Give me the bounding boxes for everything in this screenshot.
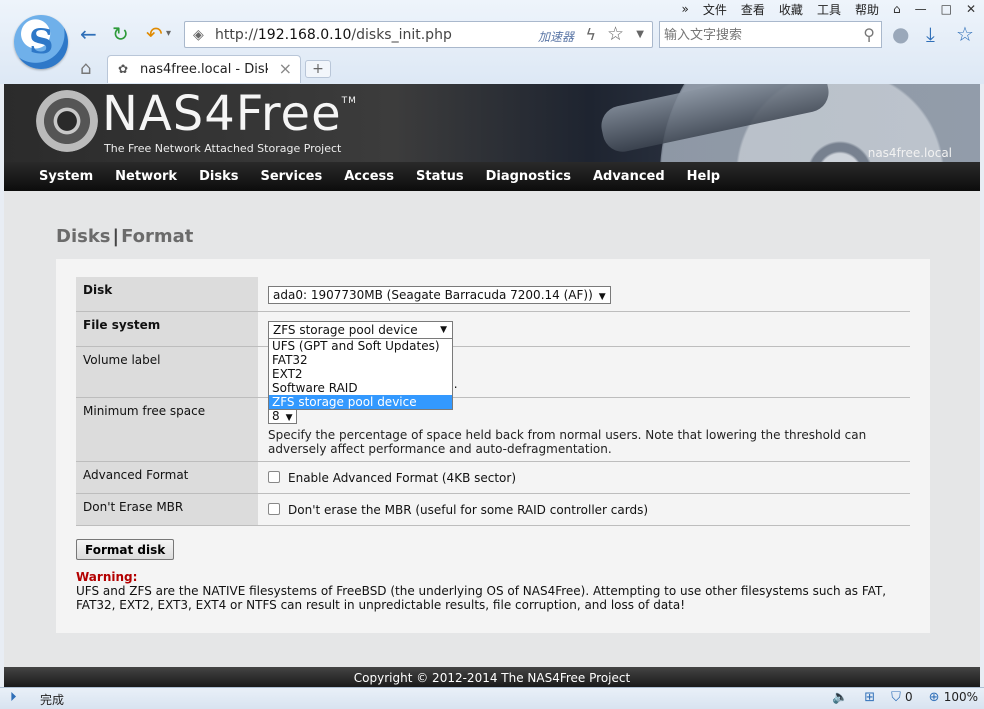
page-favicon-icon: ✿	[118, 62, 129, 76]
page-title: Disks | Format	[56, 226, 194, 247]
nav-diagnostics[interactable]: Diagnostics	[475, 162, 582, 191]
browser-menubar: » 文件 查看 收藏 工具 帮助 ⌂ — □ ✕	[682, 0, 976, 18]
fs-option-zfs[interactable]: ZFS storage pool device	[269, 395, 452, 409]
nav-advanced[interactable]: Advanced	[582, 162, 676, 191]
page-footer: Copyright © 2012-2014 The NAS4Free Proje…	[4, 667, 980, 687]
disk-select[interactable]: ada0: 1907730MB (Seagate Barracuda 7200.…	[268, 286, 611, 304]
advanced-format-checkbox[interactable]	[268, 471, 280, 483]
browser-toolbar: S » 文件 查看 收藏 工具 帮助 ⌂ — □ ✕ ← ↻ ↶ ▾ ◈ htt…	[0, 0, 984, 84]
fs-option-ufs[interactable]: UFS (GPT and Soft Updates)	[269, 339, 452, 353]
dont-erase-mbr-label: Don't Erase MBR	[76, 494, 259, 525]
min-free-space-label: Minimum free space	[76, 398, 259, 461]
back-arrow-icon[interactable]: ←	[80, 22, 97, 46]
menu-favorites[interactable]: 收藏	[779, 1, 803, 18]
dont-erase-mbr-row: Don't Erase MBR Don't erase the MBR (use…	[76, 494, 910, 526]
menu-expand-icon[interactable]: »	[682, 2, 689, 16]
dont-erase-mbr-checkbox-label[interactable]: Don't erase the MBR (useful for some RAI…	[288, 503, 648, 517]
nav-disks[interactable]: Disks	[188, 162, 249, 191]
menu-tools[interactable]: 工具	[817, 1, 841, 18]
address-bar[interactable]: ◈ http://192.168.0.10/disks_init.php 加速器…	[184, 21, 653, 48]
format-disk-button[interactable]: Format disk	[76, 539, 175, 560]
web-page: NAS4FreeTM The Free Network Attached Sto…	[4, 84, 980, 687]
menu-file[interactable]: 文件	[703, 1, 727, 18]
tab-strip: ⌂ ✿ nas4free.local - Disks|F × +	[0, 54, 984, 84]
undo-dropdown-icon[interactable]: ▾	[166, 22, 171, 46]
fs-option-software-raid[interactable]: Software RAID	[269, 381, 452, 395]
browser-status-bar: ⏵ 完成 🔈 ⊞ ⛉ 0 ⊕ 100%	[0, 687, 984, 709]
nav-services[interactable]: Services	[249, 162, 333, 191]
nav-network[interactable]: Network	[104, 162, 188, 191]
main-nav: System Network Disks Services Access Sta…	[4, 162, 980, 191]
close-tab-icon[interactable]: ×	[279, 59, 292, 78]
extension-icon[interactable]: ⊞	[864, 690, 875, 705]
min-free-space-hint: Specify the percentage of space held bac…	[268, 428, 867, 456]
new-tab-button[interactable]: +	[305, 60, 331, 78]
menu-help[interactable]: 帮助	[855, 1, 879, 18]
accelerator-link[interactable]: 加速器	[538, 28, 574, 45]
fs-option-fat32[interactable]: FAT32	[269, 353, 452, 367]
site-header: NAS4FreeTM The Free Network Attached Sto…	[4, 84, 980, 162]
search-icon[interactable]: ⚲	[863, 25, 875, 44]
filesystem-select[interactable]: ZFS storage pool device ▼	[268, 321, 453, 339]
chevron-down-icon: ▼	[440, 325, 447, 335]
warning-text: UFS and ZFS are the NATIVE filesystems o…	[76, 584, 887, 612]
dont-erase-mbr-checkbox[interactable]	[268, 503, 280, 515]
nav-system[interactable]: System	[28, 162, 104, 191]
filesystem-row: File system ZFS storage pool device ▼	[76, 312, 910, 347]
advanced-format-row: Advanced Format Enable Advanced Format (…	[76, 462, 910, 494]
filesystem-label: File system	[76, 312, 259, 346]
fs-option-ext2[interactable]: EXT2	[269, 367, 452, 381]
disk-label: Disk	[76, 277, 259, 311]
speaker-icon[interactable]: 🔈	[832, 690, 848, 705]
nav-access[interactable]: Access	[333, 162, 405, 191]
download-icon[interactable]: ⤓	[926, 22, 935, 46]
brand-tagline: The Free Network Attached Storage Projec…	[104, 142, 342, 155]
volume-label-row: Volume label m.	[76, 347, 910, 398]
status-text: 完成	[40, 693, 65, 707]
nav-help[interactable]: Help	[676, 162, 731, 191]
nas4free-logo-icon	[36, 90, 98, 152]
ad-block-icon[interactable]: ⛉ 0	[891, 690, 913, 705]
sidebar-toggle-icon[interactable]: ⏵	[10, 690, 17, 705]
volume-label: Volume label	[76, 347, 259, 397]
format-form: Disk ada0: 1907730MB (Seagate Barracuda …	[76, 277, 910, 526]
maximize-icon[interactable]: □	[941, 2, 952, 16]
disk-row: Disk ada0: 1907730MB (Seagate Barracuda …	[76, 277, 910, 312]
status-icons: 🔈 ⊞ ⛉ 0 ⊕ 100%	[832, 690, 978, 705]
home-icon[interactable]: ⌂	[80, 58, 91, 79]
zoom-level: 100%	[943, 690, 978, 704]
search-input[interactable]	[664, 26, 854, 44]
favorite-star-icon[interactable]: ☆	[607, 23, 624, 45]
bookmark-star-icon[interactable]: ☆	[956, 22, 974, 46]
warning-title: Warning:	[76, 570, 138, 584]
user-icon[interactable]: ●	[892, 22, 909, 46]
warning-message: Warning: UFS and ZFS are the NATIVE file…	[76, 570, 916, 612]
tab-title: nas4free.local - Disks|F	[140, 62, 268, 77]
address-dropdown-icon[interactable]: ▼	[636, 29, 644, 40]
hostname: nas4free.local	[867, 146, 952, 160]
skin-icon[interactable]: ⌂	[893, 2, 901, 16]
close-window-icon[interactable]: ✕	[966, 2, 976, 16]
advanced-format-label: Advanced Format	[76, 462, 259, 493]
search-box[interactable]: ⚲	[659, 21, 882, 48]
lightning-icon[interactable]: ϟ	[585, 25, 596, 44]
filesystem-dropdown-list: UFS (GPT and Soft Updates) FAT32 EXT2 So…	[268, 338, 453, 410]
minimize-icon[interactable]: —	[915, 2, 927, 16]
refresh-icon[interactable]: ↻	[112, 22, 129, 46]
advanced-format-checkbox-label[interactable]: Enable Advanced Format (4KB sector)	[288, 471, 516, 485]
zoom-icon[interactable]: ⊕ 100%	[929, 690, 978, 705]
undo-icon[interactable]: ↶	[146, 22, 163, 46]
url-text[interactable]: http://192.168.0.10/disks_init.php	[215, 27, 452, 43]
brand-name: NAS4FreeTM	[102, 86, 357, 142]
menu-view[interactable]: 查看	[741, 1, 765, 18]
min-free-space-select[interactable]: 8 ▼	[268, 408, 297, 424]
tab-nas4free[interactable]: ✿ nas4free.local - Disks|F ×	[107, 55, 301, 83]
min-free-space-row: Minimum free space 8 ▼ Specify the percen…	[76, 398, 910, 462]
chevron-down-icon: ▼	[598, 292, 606, 302]
nav-status[interactable]: Status	[405, 162, 475, 191]
chevron-down-icon: ▼	[285, 413, 293, 423]
shield-icon: ◈	[193, 27, 204, 43]
